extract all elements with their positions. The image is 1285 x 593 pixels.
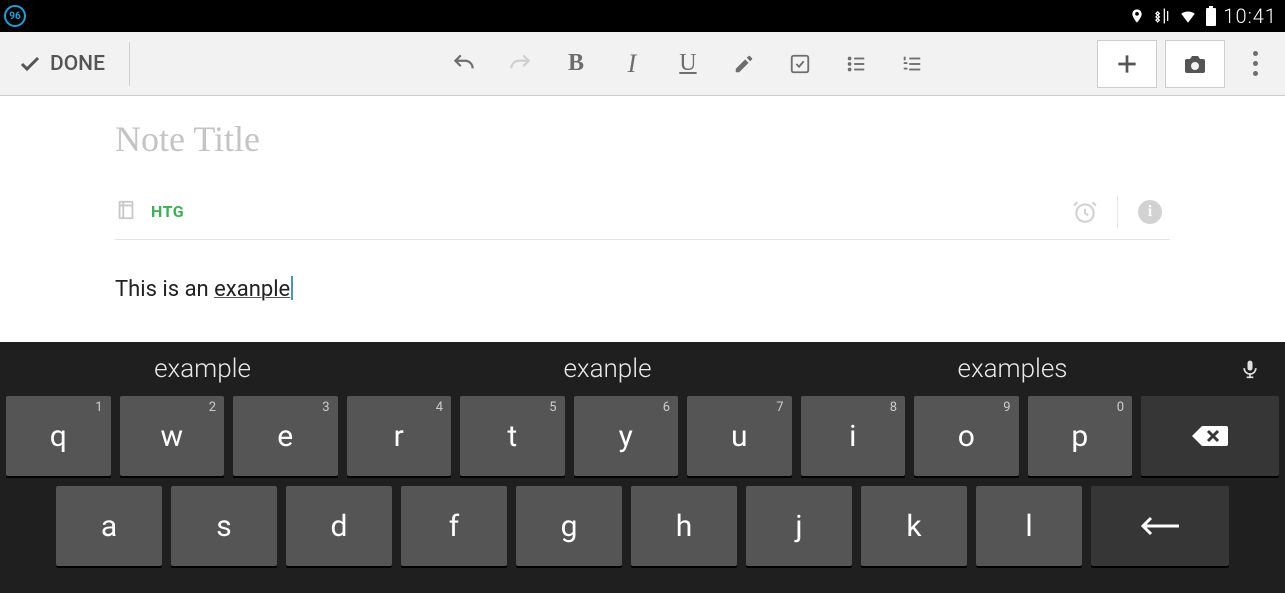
notebook-row: HTG i	[115, 184, 1170, 240]
key-y[interactable]: 6y	[574, 396, 679, 476]
key-f[interactable]: f	[401, 486, 507, 566]
key-l[interactable]: l	[976, 486, 1082, 566]
info-button[interactable]: i	[1130, 192, 1170, 232]
camera-button[interactable]	[1165, 40, 1225, 88]
key-i[interactable]: 8i	[801, 396, 906, 476]
suggestion-right[interactable]: examples	[810, 354, 1215, 384]
onscreen-keyboard: example exanple examples 1q2w3e4r5t6y7u8…	[0, 342, 1285, 593]
toolbar-separator	[129, 42, 130, 86]
checkbox-button[interactable]	[772, 40, 828, 88]
enter-icon	[1137, 514, 1183, 538]
undo-icon	[451, 51, 477, 77]
underline-button[interactable]: U	[660, 40, 716, 88]
notebook-icon	[115, 199, 137, 225]
key-e[interactable]: 3e	[233, 396, 338, 476]
numbered-list-button[interactable]	[884, 40, 940, 88]
key-u[interactable]: 7u	[687, 396, 792, 476]
key-q[interactable]: 1q	[6, 396, 111, 476]
key-o[interactable]: 9o	[914, 396, 1019, 476]
dot-icon	[1253, 51, 1258, 56]
done-button[interactable]: DONE	[10, 32, 123, 95]
key-a[interactable]: a	[56, 486, 162, 566]
info-icon: i	[1138, 200, 1162, 224]
redo-button	[492, 40, 548, 88]
bullet-list-icon	[845, 53, 867, 75]
vibrate-icon	[1151, 6, 1171, 26]
italic-button[interactable]: I	[604, 40, 660, 88]
status-badge-left: 96	[4, 5, 26, 27]
key-h[interactable]: h	[631, 486, 737, 566]
undo-button[interactable]	[436, 40, 492, 88]
key-s[interactable]: s	[171, 486, 277, 566]
notebook-name[interactable]: HTG	[151, 202, 184, 221]
bold-button[interactable]: B	[548, 40, 604, 88]
key-row-2: asdfghjkl	[6, 486, 1279, 566]
microphone-icon	[1240, 355, 1260, 383]
note-title-input[interactable]	[115, 106, 1170, 166]
status-bar: 96 10:41	[0, 0, 1285, 32]
enter-key[interactable]	[1091, 486, 1229, 566]
key-t[interactable]: 5t	[460, 396, 565, 476]
camera-icon	[1181, 52, 1209, 76]
dot-icon	[1253, 61, 1258, 66]
overflow-menu-button[interactable]	[1235, 40, 1275, 88]
backspace-icon	[1190, 422, 1230, 450]
key-d[interactable]: d	[286, 486, 392, 566]
voice-input-button[interactable]	[1215, 355, 1285, 383]
misspelled-word: exanple	[214, 277, 290, 302]
suggestion-bar: example exanple examples	[0, 342, 1285, 396]
alarm-icon	[1072, 199, 1098, 225]
dot-icon	[1253, 71, 1258, 76]
key-p[interactable]: 0p	[1028, 396, 1133, 476]
checkbox-icon	[789, 53, 811, 75]
key-k[interactable]: k	[861, 486, 967, 566]
content-text: This is an	[115, 277, 214, 302]
key-j[interactable]: j	[746, 486, 852, 566]
key-w[interactable]: 2w	[120, 396, 225, 476]
reminder-button[interactable]	[1065, 192, 1105, 232]
location-icon	[1129, 6, 1145, 26]
battery-icon	[1205, 6, 1217, 26]
pencil-icon	[733, 53, 755, 75]
suggestion-center[interactable]: exanple	[405, 354, 810, 384]
key-r[interactable]: 4r	[347, 396, 452, 476]
row-separator	[1117, 196, 1118, 228]
editor-toolbar: DONE B I U	[0, 32, 1285, 96]
add-button[interactable]	[1097, 40, 1157, 88]
wifi-icon	[1177, 7, 1199, 25]
key-g[interactable]: g	[516, 486, 622, 566]
plus-icon	[1114, 51, 1140, 77]
note-content[interactable]: This is an exanple	[115, 240, 1170, 302]
key-row-1: 1q2w3e4r5t6y7u8i9o0p	[6, 396, 1279, 476]
text-cursor	[291, 276, 293, 300]
note-body: HTG i This is an exanple	[0, 96, 1285, 302]
suggestion-left[interactable]: example	[0, 354, 405, 384]
status-clock: 10:41	[1223, 4, 1277, 28]
redo-icon	[507, 51, 533, 77]
backspace-key[interactable]	[1141, 396, 1279, 476]
highlight-button[interactable]	[716, 40, 772, 88]
check-icon	[18, 52, 42, 76]
bullet-list-button[interactable]	[828, 40, 884, 88]
numbered-list-icon	[901, 53, 923, 75]
